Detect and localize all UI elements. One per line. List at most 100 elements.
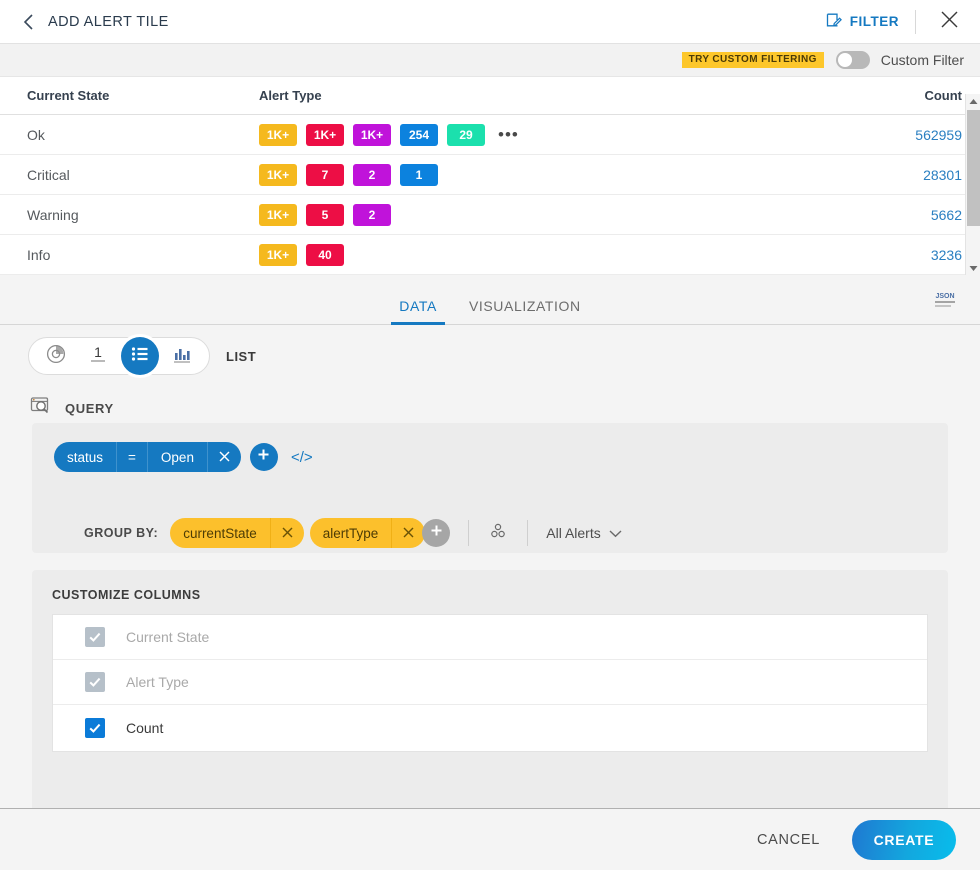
code-view-toggle[interactable]: </> — [291, 449, 313, 466]
cell-alert-type: 1K+ 721 — [259, 164, 842, 186]
alert-type-badge[interactable]: 1 — [400, 164, 438, 186]
single-value-icon: 1 — [87, 343, 109, 370]
preview-table-scrollbar[interactable] — [965, 94, 980, 276]
column-checkbox[interactable] — [85, 718, 105, 738]
column-label: Alert Type — [126, 674, 189, 690]
cell-count[interactable]: 5662 — [842, 207, 962, 223]
chevron-down-icon — [609, 525, 622, 541]
alert-type-badge[interactable]: 29 — [447, 124, 485, 146]
table-row[interactable]: Info1K+ 40 3236 — [0, 235, 980, 275]
group-entities-icon — [487, 521, 509, 546]
alert-type-badge[interactable]: 7 — [306, 164, 344, 186]
cell-count[interactable]: 562959 — [842, 127, 962, 143]
close-button[interactable] — [932, 5, 966, 39]
cell-count[interactable]: 28301 — [842, 167, 962, 183]
dialog-footer: CANCEL CREATE — [0, 809, 980, 870]
cell-alert-type: 1K+ 40 — [259, 244, 842, 266]
group-by-chip-remove-button[interactable] — [392, 518, 425, 548]
plus-icon — [429, 523, 444, 543]
query-search-icon — [30, 396, 52, 421]
group-by-chip-alert-type: alertType — [310, 518, 426, 548]
cell-count[interactable]: 3236 — [842, 247, 962, 263]
group-by-chip-remove-button[interactable] — [271, 518, 304, 548]
visualization-type-selector: 1 — [28, 337, 256, 375]
alert-type-badge[interactable]: 2 — [353, 204, 391, 226]
alert-type-badge[interactable]: 1K+ — [353, 124, 391, 146]
cell-current-state: Warning — [27, 207, 259, 223]
column-checkbox — [85, 672, 105, 692]
donut-chart-icon — [45, 343, 67, 370]
titlebar-divider — [915, 10, 916, 34]
viz-type-single-value[interactable]: 1 — [77, 337, 119, 375]
alert-type-badge[interactable]: 5 — [306, 204, 344, 226]
json-view-button[interactable]: JSON — [932, 289, 958, 316]
group-by-chip-field[interactable]: alertType — [310, 518, 393, 548]
alert-type-badge[interactable]: 1K+ — [259, 204, 297, 226]
back-button[interactable] — [14, 0, 44, 44]
alert-type-badge[interactable]: 40 — [306, 244, 344, 266]
cell-alert-type: 1K+ 1K+ 1K+ 254 29 ••• — [259, 124, 842, 146]
table-row[interactable]: Critical1K+ 721 28301 — [0, 155, 980, 195]
scroll-down-arrow-icon[interactable] — [966, 261, 980, 276]
try-custom-filtering-badge: TRY CUSTOM FILTERING — [682, 52, 824, 68]
column-label: Count — [126, 720, 163, 736]
toggle-knob — [838, 53, 852, 67]
cell-current-state: Info — [27, 247, 259, 263]
visualization-type-pill: 1 — [28, 337, 210, 375]
chevron-left-icon — [22, 13, 36, 31]
tab-data[interactable]: DATA — [383, 298, 453, 325]
filter-button[interactable]: FILTER — [825, 11, 899, 32]
table-row[interactable]: Warning1K+ 52 5662 — [0, 195, 980, 235]
query-chip-operator[interactable]: = — [117, 442, 148, 472]
alert-type-badge[interactable]: 254 — [400, 124, 438, 146]
close-icon — [403, 526, 414, 541]
query-chip-value[interactable]: Open — [148, 442, 208, 472]
query-chip-field[interactable]: status — [54, 442, 117, 472]
alert-type-badge[interactable]: 2 — [353, 164, 391, 186]
customize-column-row: Current State — [53, 615, 927, 660]
column-label: Current State — [126, 629, 209, 645]
dialog-titlebar: ADD ALERT TILE FILTER — [0, 0, 980, 44]
close-icon — [219, 450, 230, 465]
plus-icon — [256, 447, 271, 467]
cell-current-state: Critical — [27, 167, 259, 183]
create-button[interactable]: CREATE — [852, 820, 956, 860]
group-entities-button[interactable] — [487, 521, 509, 546]
viz-type-list[interactable] — [121, 337, 159, 375]
close-icon — [282, 526, 293, 541]
table-row[interactable]: Ok1K+1K+1K+25429•••562959 — [0, 115, 980, 155]
alert-scope-value: All Alerts — [546, 525, 600, 541]
column-header-current-state: Current State — [27, 88, 259, 103]
scrollbar-thumb[interactable] — [967, 110, 980, 226]
viz-type-donut[interactable] — [35, 337, 77, 375]
svg-text:1: 1 — [94, 344, 102, 360]
viz-type-bar-chart[interactable] — [161, 337, 203, 375]
alert-scope-dropdown[interactable]: All Alerts — [546, 525, 621, 541]
alert-type-badge[interactable]: 1K+ — [259, 244, 297, 266]
alert-type-badge[interactable]: 1K+ — [259, 124, 297, 146]
group-by-chip-field[interactable]: currentState — [170, 518, 271, 548]
query-filter-row: status = Open — [54, 442, 313, 472]
scope-divider — [527, 520, 528, 546]
query-section-heading: QUERY — [30, 396, 114, 421]
add-alert-tile-dialog: ADD ALERT TILE FILTER — [0, 0, 980, 870]
add-group-by-button[interactable] — [422, 519, 450, 547]
cancel-button[interactable]: CANCEL — [747, 824, 830, 856]
group-by-chip-current-state: currentState — [170, 518, 304, 548]
check-icon — [88, 675, 102, 689]
custom-filter-label: Custom Filter — [881, 52, 964, 68]
bar-chart-icon — [171, 343, 193, 370]
cell-current-state: Ok — [27, 127, 259, 143]
customize-column-row[interactable]: Count — [53, 705, 927, 750]
add-filter-button[interactable] — [250, 443, 278, 471]
tab-visualization[interactable]: VISUALIZATION — [453, 298, 597, 325]
custom-filter-strip: TRY CUSTOM FILTERING Custom Filter — [0, 44, 980, 77]
scroll-up-arrow-icon[interactable] — [966, 94, 980, 109]
alert-type-badge[interactable]: 1K+ — [306, 124, 344, 146]
customize-columns-list: Current State Alert Type Count — [52, 614, 928, 752]
badge-overflow-button[interactable]: ••• — [498, 130, 519, 140]
alert-type-badge[interactable]: 1K+ — [259, 164, 297, 186]
query-chip-remove-button[interactable] — [208, 442, 241, 472]
custom-filter-toggle[interactable] — [836, 51, 870, 69]
column-header-alert-type: Alert Type — [259, 88, 842, 103]
